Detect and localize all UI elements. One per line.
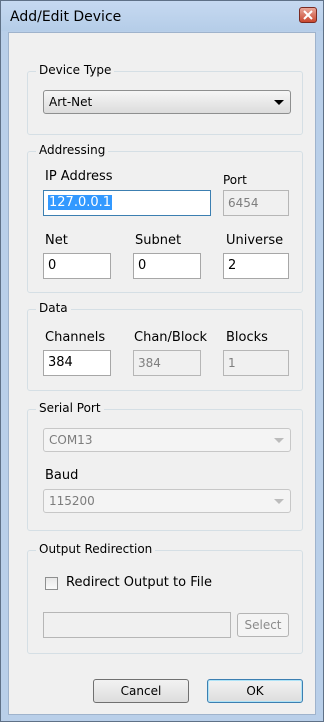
data-group-label: Data (36, 301, 71, 315)
chan-block-label: Chan/Block (134, 330, 208, 345)
title-bar[interactable]: Add/Edit Device (1, 1, 323, 31)
serial-port-group-label: Serial Port (36, 401, 104, 415)
ip-address-label: IP Address (45, 169, 113, 184)
output-file-input (43, 612, 231, 638)
subnet-input[interactable]: 0 (133, 253, 201, 279)
device-type-value: Art-Net (49, 95, 93, 109)
chevron-down-icon (274, 100, 284, 105)
channels-value: 384 (48, 355, 73, 370)
device-type-select[interactable]: Art-Net (43, 90, 291, 114)
ok-button[interactable]: OK (207, 679, 303, 703)
chan-block-input: 384 (133, 350, 201, 376)
serial-port-select: COM13 (43, 428, 291, 452)
blocks-label: Blocks (226, 330, 268, 345)
net-input[interactable]: 0 (43, 253, 111, 279)
ip-address-input[interactable]: 127.0.0.1 (43, 190, 211, 216)
port-input: 6454 (223, 190, 289, 216)
chevron-down-icon (274, 438, 284, 443)
redirect-output-label[interactable]: Redirect Output to File (66, 575, 212, 590)
serial-port-value: COM13 (49, 433, 93, 447)
net-value: 0 (48, 258, 57, 273)
baud-value: 115200 (49, 494, 95, 508)
select-file-button: Select (237, 613, 289, 637)
addressing-group-label: Addressing (36, 143, 109, 157)
port-label: Port (223, 173, 247, 187)
subnet-value: 0 (138, 258, 147, 273)
output-redirection-group: Output Redirection (27, 542, 303, 654)
baud-select: 115200 (43, 489, 291, 513)
output-redirection-group-label: Output Redirection (36, 542, 156, 556)
universe-value: 2 (228, 258, 237, 273)
chan-block-value: 384 (138, 356, 161, 370)
dialog-window: Add/Edit Device Device Type Art-Net Addr… (0, 0, 324, 722)
device-type-group-label: Device Type (36, 63, 115, 77)
baud-label: Baud (45, 468, 79, 483)
universe-label: Universe (226, 233, 284, 248)
port-value: 6454 (228, 196, 259, 210)
window-title: Add/Edit Device (10, 9, 122, 25)
blocks-input: 1 (223, 350, 289, 376)
close-button[interactable] (299, 7, 317, 23)
universe-input[interactable]: 2 (223, 253, 289, 279)
redirect-output-checkbox[interactable] (45, 577, 58, 590)
ip-address-value: 127.0.0.1 (48, 195, 113, 210)
chevron-down-icon (274, 499, 284, 504)
close-icon (303, 10, 313, 20)
blocks-value: 1 (228, 356, 236, 370)
channels-input[interactable]: 384 (43, 350, 111, 376)
subnet-label: Subnet (135, 233, 182, 248)
channels-label: Channels (45, 330, 106, 345)
net-label: Net (45, 233, 68, 248)
cancel-button[interactable]: Cancel (93, 679, 189, 703)
